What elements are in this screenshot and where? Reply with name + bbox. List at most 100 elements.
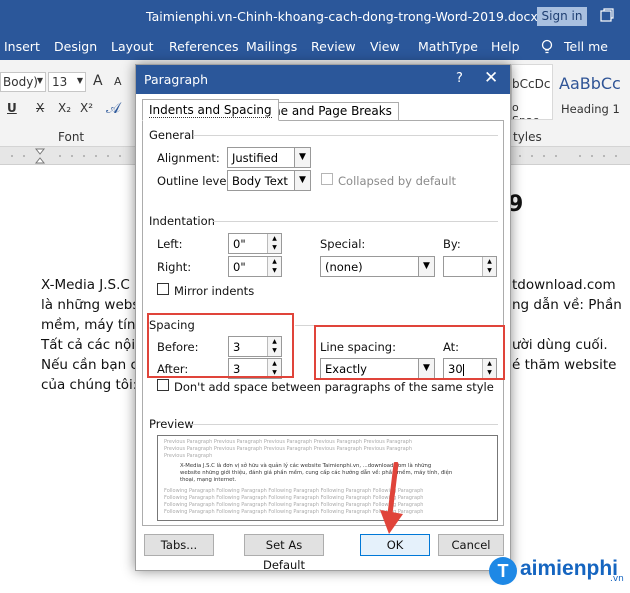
dialog-title-bar: Paragraph ? ✕ [136,65,510,94]
collapsed-checkbox[interactable] [321,173,333,185]
tabs-button[interactable]: Tabs... [144,534,214,556]
tab-insert[interactable]: Insert [4,39,40,54]
doc-line-5-end: é thăm website [512,357,617,373]
styles-group-label: tyles [513,130,542,144]
font-size-box[interactable]: 13 ▼ [48,72,86,92]
strikethrough-button[interactable]: X [36,101,44,115]
doc-line-1: X-Media J.S.C l [41,277,138,293]
text-effects-icon[interactable]: 𝒜 [106,99,120,117]
sign-in-button[interactable]: Sign in [537,7,587,26]
preview-line: X-Media J.S.C là đơn vị sở hữu và quản l… [180,463,432,469]
ribbon-display-icon[interactable] [600,8,614,22]
tell-me-search[interactable]: Tell me [564,39,608,54]
tab-references[interactable]: References [169,39,238,54]
outline-level-label: Outline level: [157,174,234,188]
preview-section-label: Preview [149,417,194,431]
font-size-value: 13 [52,75,68,89]
indentation-section-label: Indentation [149,214,215,228]
spin-arrows-icon[interactable]: ▲ ▼ [267,234,281,253]
tab-design[interactable]: Design [54,39,97,54]
close-icon[interactable]: ✕ [484,68,498,88]
indentation-divider [213,221,498,222]
spacing-highlight-box [147,313,294,378]
tab-layout[interactable]: Layout [111,39,154,54]
preview-line: Previous Paragraph [164,453,213,459]
subscript-button[interactable]: X₂ [58,101,71,115]
preview-line: Previous Paragraph Previous Paragraph Pr… [164,446,413,452]
tab-help[interactable]: Help [491,39,520,54]
right-indent-label: Right: [157,260,192,274]
window-title: Taimienphi.vn-Chinh-khoang-cach-dong-tro… [146,9,583,24]
preview-line: website những giới thiệu, đánh giá phần … [180,470,453,476]
tab-mathtype[interactable]: MathType [418,39,478,54]
spin-arrows-icon[interactable]: ▲ ▼ [482,257,496,276]
tab-indents-label: Indents and Spacing [149,103,272,118]
left-indent-spinner[interactable]: 0" ▲ ▼ [228,233,282,254]
chevron-down-icon: ▼ [294,148,310,167]
tab-indents-and-spacing[interactable]: Indents and Spacing [142,99,279,121]
chevron-down-icon: ▼ [294,171,310,190]
shrink-font-button[interactable]: A [114,75,122,88]
left-indent-value: 0" [233,237,246,251]
doc-line-2: là những webs [41,297,140,313]
ok-button[interactable]: OK [360,534,430,556]
title-bar: Taimienphi.vn-Chinh-khoang-cach-dong-tro… [0,0,630,34]
preview-line: Following Paragraph Following Paragraph … [164,509,424,515]
preview-line: thoại, mạng internet. [180,477,237,483]
style-heading-1[interactable]: AaBbCc Heading 1 [555,64,630,120]
superscript-button[interactable]: X² [80,101,93,115]
dont-add-space-checkbox[interactable] [157,379,169,391]
underline-button[interactable]: U [7,101,17,115]
preview-current: X-Media J.S.C là đơn vị sở hữu và quản l… [180,463,480,484]
style-heading-name: Heading 1 [561,102,620,116]
preview-divider [191,424,498,425]
general-divider [193,135,498,136]
tab-view[interactable]: View [370,39,400,54]
font-name-value: Body) [3,75,38,89]
right-indent-spinner[interactable]: 0" ▲ ▼ [228,256,282,277]
dialog-title: Paragraph [144,72,209,87]
logo-domain: .vn [610,574,624,584]
style-no-spacing-sample: bCcDc [512,77,551,91]
preview-line: Following Paragraph Following Paragraph … [164,495,424,501]
set-as-default-button[interactable]: Set As Default [244,534,324,572]
mirror-indents-checkbox[interactable] [157,283,169,295]
taimienphi-logo: T aimienphi .vn [488,554,628,588]
style-no-spacing-name: o Spac... [512,101,549,119]
alignment-select[interactable]: Justified ▼ [227,147,311,168]
special-select[interactable]: (none) ▼ [320,256,435,277]
tab-mailings[interactable]: Mailings [246,39,297,54]
collapsed-label: Collapsed by default [338,174,457,188]
by-spinner[interactable]: ▲ ▼ [443,256,497,277]
preview-following: Following Paragraph Following Paragraph … [164,488,494,516]
grow-font-button[interactable]: A [93,73,103,89]
help-button[interactable]: ? [456,71,463,86]
by-label: By: [443,237,461,251]
tab-review[interactable]: Review [311,39,356,54]
paragraph-preview: Previous Paragraph Previous Paragraph Pr… [157,435,498,521]
font-group-label: Font [58,130,85,144]
spacing-divider [295,325,315,326]
outline-level-select[interactable]: Body Text ▼ [227,170,311,191]
spin-arrows-icon[interactable]: ▲ ▼ [267,257,281,276]
lightbulb-icon [541,39,553,54]
right-indent-value: 0" [233,260,246,274]
style-no-spacing[interactable]: bCcDc o Spac... [511,64,553,120]
cancel-button[interactable]: Cancel [438,534,504,556]
doc-line-2-end: ng dẫn về: Phần [512,297,622,313]
doc-line-5: Nếu cần bạn c [41,357,138,373]
preview-line: Previous Paragraph Previous Paragraph Pr… [164,439,413,445]
preview-line: Following Paragraph Following Paragraph … [164,502,424,508]
dont-add-space-label: Don't add space between paragraphs of th… [174,380,494,394]
font-name-box[interactable]: Body) ▼ [0,72,46,92]
left-indent-label: Left: [157,237,183,251]
doc-line-4: Tất cả các nội [41,337,136,353]
paragraph-dialog: Paragraph ? ✕ Indents and Spacing Line a… [135,64,511,572]
doc-line-4-end: ười dùng cuối. [512,337,608,353]
preview-previous: Previous Paragraph Previous Paragraph Pr… [164,439,494,460]
ribbon-tabs: Insert Design Layout References Mailings… [0,34,630,60]
special-value: (none) [325,260,363,274]
logo-text: aimienphi [520,557,619,580]
alignment-label: Alignment: [157,151,220,165]
logo-initial: T [498,561,509,581]
